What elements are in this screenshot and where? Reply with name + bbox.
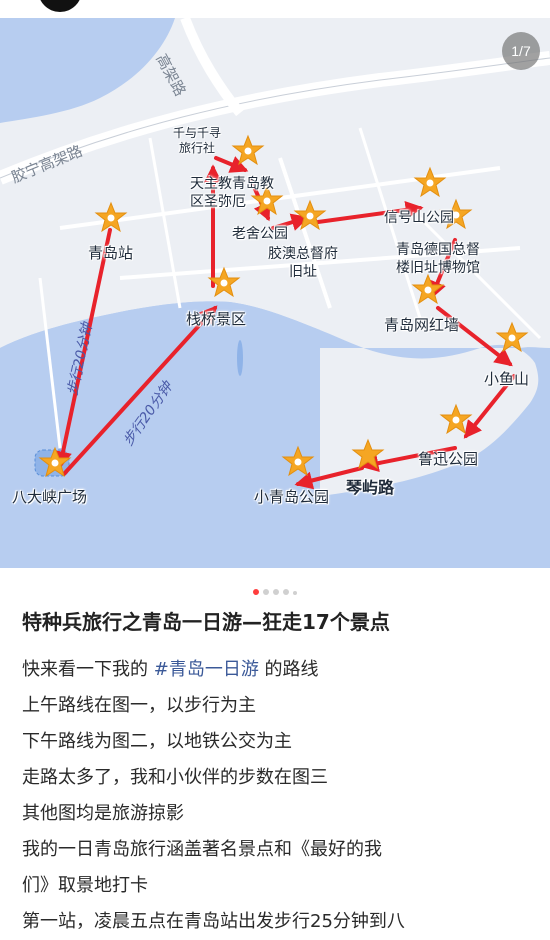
place-label[interactable]: 胶澳总督府 旧址 <box>268 246 338 281</box>
status-bar-notch <box>38 0 82 12</box>
post-line: 们》取景地打卡 <box>22 875 148 896</box>
route-map-image[interactable]: 高架路 胶宁高架路 步行20分钟 步行20分钟 千与千寻 旅行社 天主教青岛教 … <box>0 18 550 568</box>
place-label[interactable]: 鲁迅公园 <box>418 450 478 469</box>
post-body: 快来看一下我的 #青岛一日游 的路线 上午路线在图一，以步行为主 下午路线为图二… <box>22 652 532 940</box>
place-label[interactable]: 青岛站 <box>88 244 133 263</box>
post-line: 其他图均是旅游掠影 <box>22 803 184 824</box>
place-label[interactable]: 千与千寻 旅行社 <box>173 126 221 156</box>
place-label[interactable]: 青岛网红墙 <box>384 316 459 335</box>
place-label[interactable]: 小鱼山 <box>484 370 529 389</box>
post-line: 第一站，凌晨五点在青岛站出发步行25分钟到八 <box>22 911 405 932</box>
carousel-dot[interactable] <box>293 591 297 595</box>
hashtag-link[interactable]: #青岛一日游 <box>154 659 259 680</box>
place-label[interactable]: 天主教青岛教 区圣弥厄 <box>190 176 274 211</box>
carousel-dot[interactable] <box>263 589 269 595</box>
post-line: 快来看一下我的 #青岛一日游 的路线 <box>22 652 532 688</box>
post-line: 上午路线在图一，以步行为主 <box>22 695 256 716</box>
post-title: 特种兵旅行之青岛一日游—狂走17个景点 <box>22 610 390 634</box>
post-text: 的路线 <box>258 659 319 680</box>
map-canvas <box>0 18 550 568</box>
post-line: 下午路线为图二，以地铁公交为主 <box>22 731 292 752</box>
status-bar <box>0 0 550 18</box>
place-label[interactable]: 青岛德国总督 楼旧址博物馆 <box>396 242 480 277</box>
place-label[interactable]: 八大峡广场 <box>12 488 87 507</box>
post-line: 我的一日青岛旅行涵盖著名景点和《最好的我 <box>22 839 382 860</box>
place-label[interactable]: 琴屿路 <box>346 478 394 498</box>
place-label[interactable]: 信号山公园 <box>384 210 454 228</box>
place-label[interactable]: 小青岛公园 <box>254 488 329 507</box>
carousel-dot[interactable] <box>273 589 279 595</box>
image-counter: 1/7 <box>502 32 540 70</box>
carousel-dot[interactable] <box>253 589 259 595</box>
post-text: 快来看一下我的 <box>22 659 154 680</box>
place-label[interactable]: 老舍公园 <box>232 226 288 244</box>
post-line: 走路太多了，我和小伙伴的步数在图三 <box>22 767 328 788</box>
place-label[interactable]: 栈桥景区 <box>186 310 246 329</box>
carousel-indicator[interactable] <box>0 580 550 599</box>
carousel-dot[interactable] <box>283 589 289 595</box>
